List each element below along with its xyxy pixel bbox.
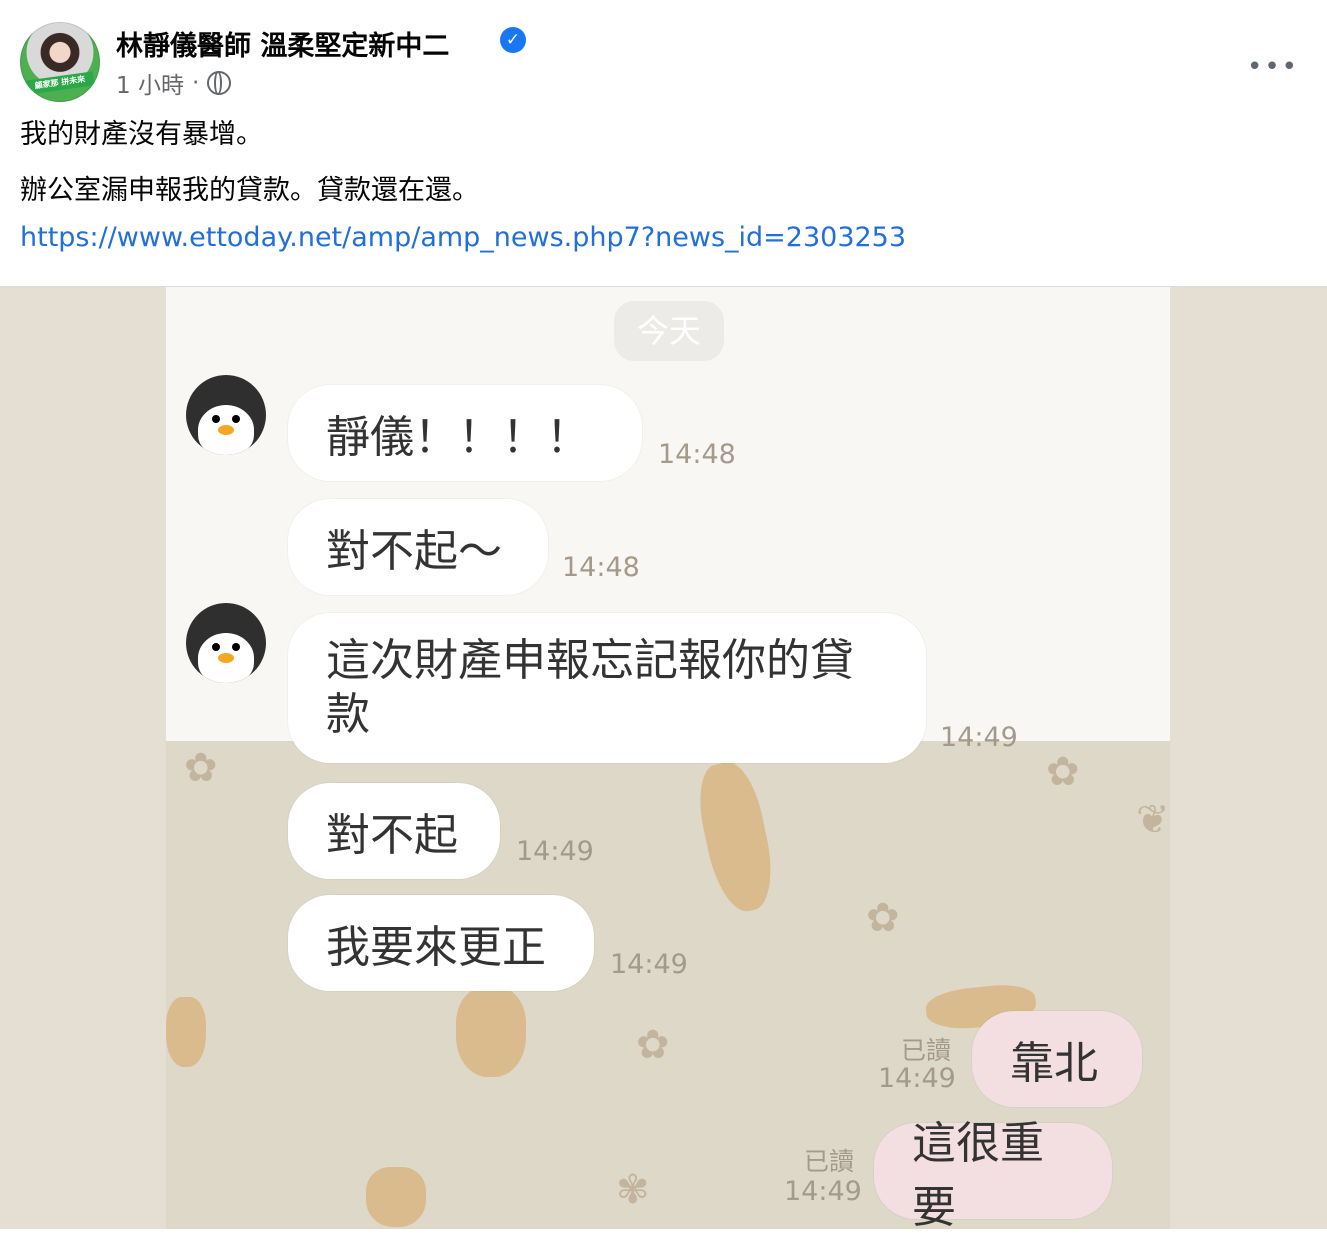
reply-text: 這很重要	[912, 1118, 1044, 1233]
post-link[interactable]: https://www.ettoday.net/amp/amp_news.php…	[20, 222, 906, 253]
butterfly-doodle-icon: ❦	[1136, 797, 1170, 843]
flower-doodle-icon: ✿	[636, 1022, 670, 1068]
flower-doodle-icon: ✿	[1046, 749, 1080, 795]
dog-illustration	[366, 1167, 426, 1227]
read-receipt: 已讀	[804, 1147, 855, 1176]
flower-doodle-icon: ✿	[184, 745, 218, 791]
dog-illustration	[456, 987, 526, 1077]
globe-icon[interactable]	[207, 71, 232, 95]
dog-illustration	[166, 997, 206, 1067]
author-avatar[interactable]: 顧家那 拼未來	[20, 22, 100, 102]
post-meta: 1 小時 ·	[116, 66, 232, 100]
reply-text: 靠北	[1010, 1038, 1098, 1089]
post-text-line-2: 辦公室漏申報我的貸款。貸款還在還。	[20, 175, 479, 206]
post-header: 顧家那 拼未來 林靜儀醫師 溫柔堅定新中二 ✓ 1 小時 · •••	[0, 0, 1327, 110]
post-time[interactable]: 1 小時	[116, 66, 184, 100]
flower-doodle-icon: ✾	[616, 1167, 650, 1213]
post-text-line-1: 我的財產沒有暴增。	[20, 119, 263, 150]
flower-doodle-icon: ✿	[866, 895, 900, 941]
verified-check-icon: ✓	[500, 27, 526, 53]
penguin-avatar-icon	[186, 603, 266, 683]
author-name[interactable]: 林靜儀醫師 溫柔堅定新中二	[116, 24, 449, 63]
chat-reply: 靠北	[972, 1011, 1142, 1107]
message-time: 14:49	[516, 836, 594, 867]
more-options-icon[interactable]: •••	[1247, 52, 1299, 82]
message-time: 14:49	[940, 722, 1018, 753]
chat-reply: 這很重要	[874, 1118, 1112, 1233]
post-image[interactable]: ✿ ✿ ✿ ✿ ✾ ❦ 今天 靜儀！！！！ 14:48 對不起～ 14:48 這…	[0, 286, 1327, 1233]
dog-illustration	[691, 757, 781, 917]
chat-message: 靜儀！！！！	[288, 385, 642, 481]
chat-message: 這次財產申報忘記報你的貸 款	[288, 613, 926, 763]
meta-separator: ·	[191, 70, 200, 96]
chat-message: 我要來更正	[288, 895, 594, 991]
date-chip: 今天	[614, 301, 724, 361]
message-time: 14:49	[610, 949, 688, 980]
message-text-line-1: 這次財產申報忘記報你的貸	[326, 635, 854, 686]
read-receipt: 已讀	[901, 1036, 952, 1065]
avatar-badge: 顧家那 拼未來	[25, 71, 95, 95]
reply-time: 14:49	[784, 1176, 862, 1207]
message-time: 14:48	[562, 552, 640, 583]
message-text: 對不起	[326, 810, 458, 861]
message-text-line-2: 款	[326, 689, 370, 740]
chat-message: 對不起	[288, 783, 500, 879]
message-text: 對不起～	[326, 526, 502, 577]
chat-message: 對不起～	[288, 499, 548, 595]
penguin-avatar-icon	[186, 375, 266, 455]
message-time: 14:48	[658, 439, 736, 470]
reply-time: 14:49	[878, 1063, 956, 1094]
chat-screenshot: ✿ ✿ ✿ ✿ ✾ ❦ 今天 靜儀！！！！ 14:48 對不起～ 14:48 這…	[166, 287, 1170, 1233]
message-text: 靜儀！！！！	[326, 412, 590, 463]
message-text: 我要來更正	[326, 922, 546, 973]
